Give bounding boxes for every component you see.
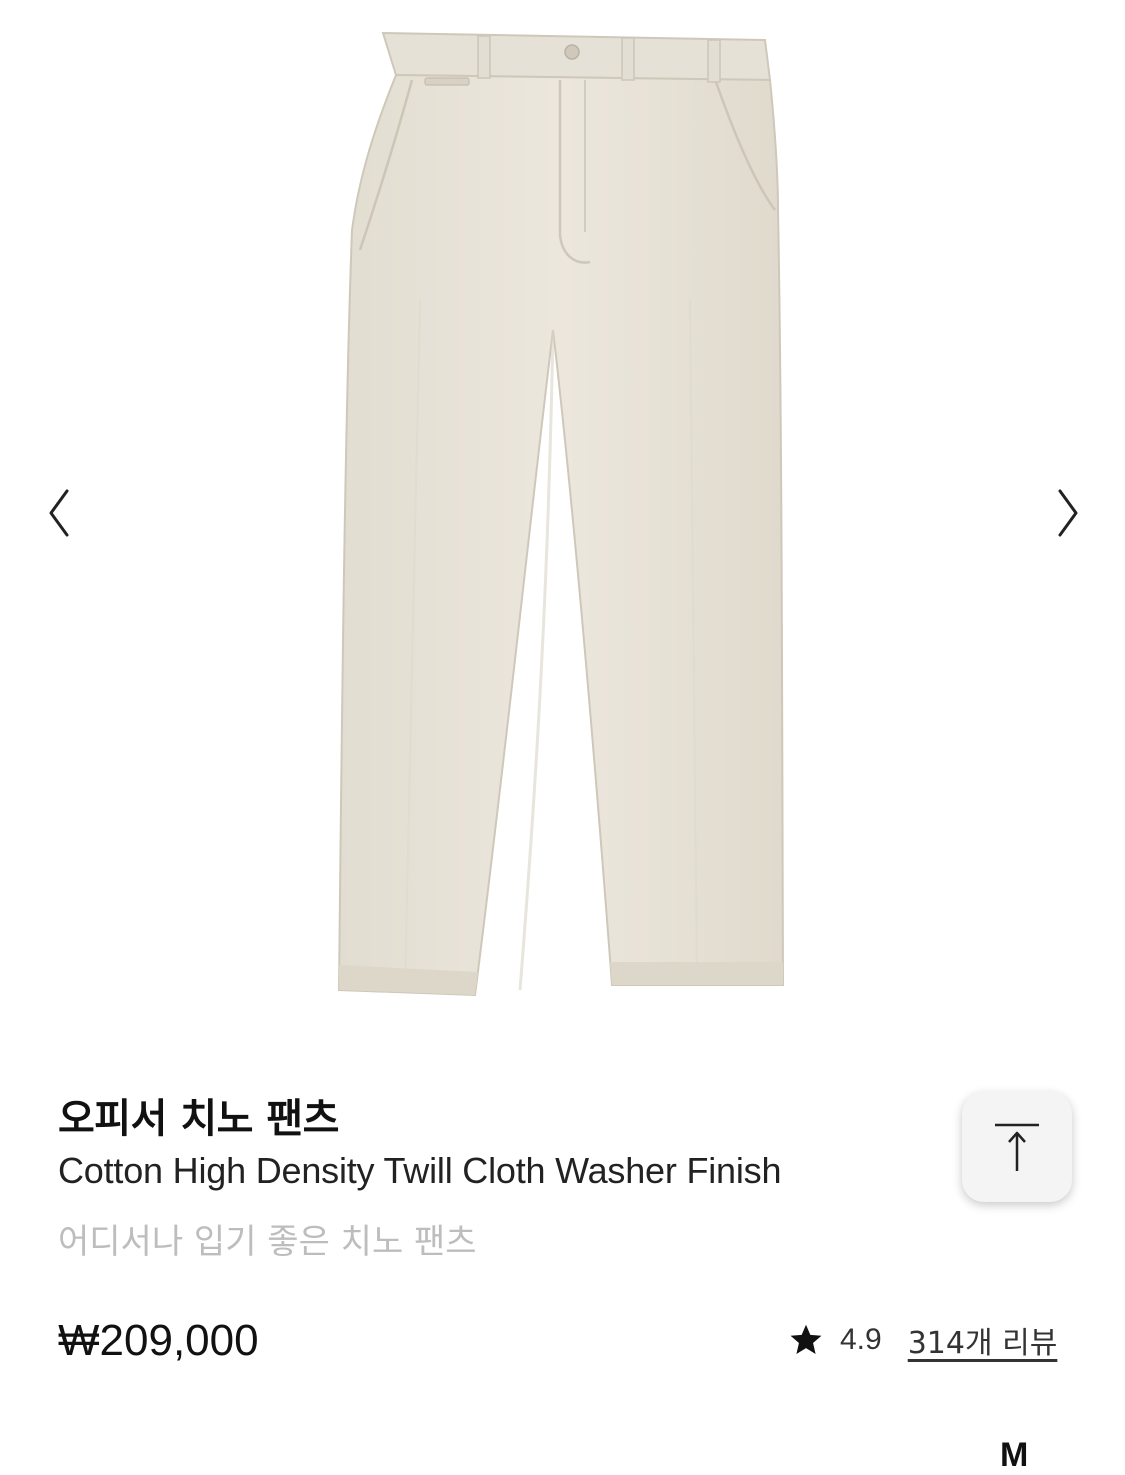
star-icon (790, 1324, 822, 1354)
size-option-peek: M (1000, 1436, 1029, 1474)
product-title: 오피서 치노 팬츠 (58, 1096, 339, 1142)
chevron-right-icon (1058, 489, 1078, 537)
product-rating: 4.9 314개 리뷰 (788, 1318, 1057, 1362)
arrow-up-to-top-icon (995, 1123, 1039, 1171)
gallery-next-button[interactable] (1042, 478, 1092, 548)
product-image-gallery[interactable] (0, 0, 1125, 1030)
product-price: ₩209,000 (58, 1316, 259, 1365)
product-subtitle-en: Cotton High Density Twill Cloth Washer F… (58, 1150, 782, 1191)
chevron-left-icon (49, 489, 69, 537)
product-image (337, 31, 785, 997)
reviews-link[interactable]: 314개 리뷰 (908, 1318, 1058, 1362)
rating-value: 4.9 (840, 1323, 882, 1356)
scroll-to-top-button[interactable] (962, 1092, 1072, 1202)
gallery-prev-button[interactable] (35, 478, 85, 548)
product-tagline: 어디서나 입기 좋은 치노 팬츠 (58, 1222, 477, 1262)
